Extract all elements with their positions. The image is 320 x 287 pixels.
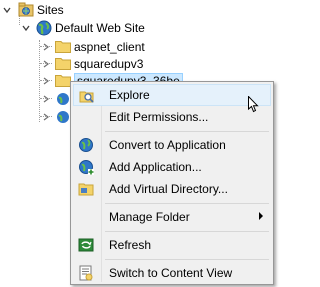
application-icon [57, 92, 69, 105]
collapse-toggle-icon[interactable] [2, 5, 12, 15]
folder-icon [55, 75, 71, 87]
tree-label-folder: aspnet_client [74, 39, 145, 54]
menu-item-edit-permissions[interactable]: Edit Permissions... [73, 106, 271, 128]
menu-label: Edit Permissions... [109, 110, 209, 124]
expand-toggle-icon[interactable] [41, 76, 51, 86]
add-application-icon [79, 160, 94, 175]
collapse-toggle-icon[interactable] [21, 23, 31, 33]
expand-toggle-icon[interactable] [41, 112, 51, 122]
expand-toggle-icon[interactable] [41, 94, 51, 104]
tree-node-application[interactable] [41, 107, 71, 126]
tree-node-application[interactable] [41, 89, 71, 108]
tree-node-default-web-site[interactable]: Default Web Site [21, 18, 145, 37]
menu-item-switch-to-content-view[interactable]: Switch to Content View [73, 262, 271, 284]
menu-item-add-application[interactable]: Add Application... [73, 156, 271, 178]
explore-icon [79, 91, 94, 103]
menu-separator [105, 259, 269, 260]
menu-label: Explore [109, 88, 150, 102]
folder-icon [55, 58, 71, 70]
expand-toggle-icon[interactable] [41, 59, 51, 69]
tree-label-sites: Sites [37, 2, 64, 17]
menu-separator [105, 131, 269, 132]
convert-application-icon [79, 138, 93, 152]
refresh-icon [78, 238, 94, 252]
tree-label-folder: squaredupv3 [74, 56, 144, 71]
menu-separator [105, 203, 269, 204]
application-icon [57, 110, 69, 123]
tree-connector [39, 40, 40, 122]
menu-label: Convert to Application [109, 138, 226, 152]
globe-icon [36, 20, 52, 35]
context-menu: Explore Edit Permissions... Convert to A… [70, 81, 274, 285]
expand-toggle-icon[interactable] [41, 42, 51, 52]
tree-node-sites[interactable]: Sites [2, 0, 64, 19]
menu-label: Switch to Content View [109, 266, 233, 280]
submenu-arrow-icon [259, 212, 263, 220]
menu-item-explore[interactable]: Explore [73, 84, 271, 106]
mouse-cursor-icon [248, 96, 259, 113]
menu-item-refresh[interactable]: Refresh [73, 234, 271, 256]
menu-item-convert-to-application[interactable]: Convert to Application [73, 134, 271, 156]
menu-label: Add Virtual Directory... [109, 182, 228, 196]
menu-item-manage-folder[interactable]: Manage Folder [73, 206, 271, 228]
menu-label: Refresh [109, 238, 152, 252]
content-view-icon [79, 265, 93, 281]
menu-label: Add Application... [109, 160, 202, 174]
menu-separator [105, 231, 269, 232]
folder-icon [55, 41, 71, 53]
menu-label: Manage Folder [109, 210, 190, 224]
tree-label-default-web-site: Default Web Site [55, 20, 145, 35]
menu-item-add-virtual-directory[interactable]: Add Virtual Directory... [73, 178, 271, 200]
add-virtual-directory-icon [78, 183, 94, 196]
sites-folder-icon [18, 2, 34, 17]
